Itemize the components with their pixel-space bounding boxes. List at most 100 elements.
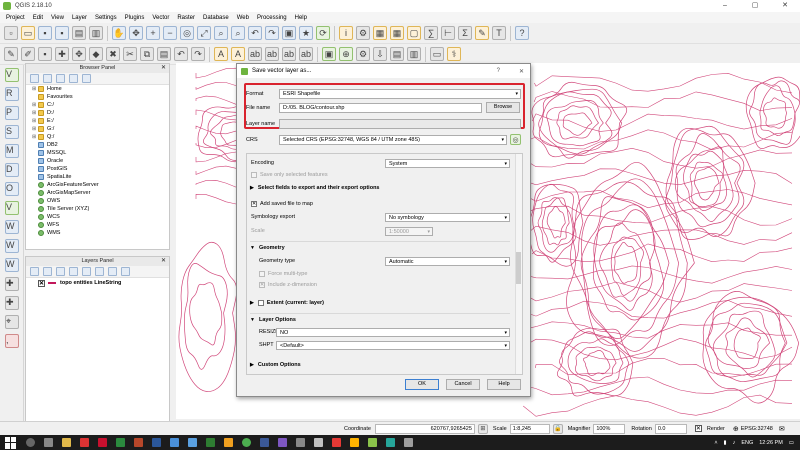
delete-selected-icon[interactable]: ✖ [106, 47, 120, 61]
save-as-icon[interactable]: ▪ [55, 26, 69, 40]
language-indicator[interactable]: ENG [741, 440, 753, 446]
manage-visibility-icon[interactable] [56, 267, 65, 276]
add-feature-icon[interactable]: ✚ [55, 47, 69, 61]
app-icon[interactable] [296, 438, 305, 447]
current-edits-icon[interactable]: ✎ [4, 47, 18, 61]
app-icon[interactable] [332, 438, 341, 447]
add-wfs-layer-icon[interactable]: W [5, 258, 19, 272]
minimize-button[interactable]: – [710, 0, 740, 12]
symbology-select[interactable]: No symbology ▾ [385, 212, 510, 222]
new-temp-layer-icon[interactable]: ✚ [5, 296, 19, 310]
pan-icon[interactable]: ✋ [112, 26, 126, 40]
app-icon[interactable] [260, 438, 269, 447]
volume-icon[interactable]: ♪ [733, 440, 736, 446]
coordinate-field[interactable]: 620767,9265425 [374, 423, 475, 434]
add-spatialite-layer-icon[interactable]: S [5, 125, 19, 139]
magnifier-field[interactable]: 100% [593, 423, 626, 434]
ok-button[interactable]: OK [405, 379, 439, 390]
browser-item[interactable]: SpatiaLite [26, 173, 169, 181]
save-project-icon[interactable]: ▪ [38, 26, 52, 40]
excel-icon[interactable] [116, 438, 125, 447]
refresh-icon[interactable]: ⟳ [316, 26, 330, 40]
zoom-out-icon[interactable]: − [163, 26, 177, 40]
menu-project[interactable]: Project [6, 15, 25, 21]
expand-all-icon[interactable] [95, 267, 104, 276]
menu-plugins[interactable]: Plugins [125, 15, 145, 21]
new-project-icon[interactable]: ▫ [4, 26, 18, 40]
label-icon[interactable]: A [214, 47, 228, 61]
zoom-next-icon[interactable]: ↷ [265, 26, 279, 40]
add-wms-layer-icon[interactable]: W [5, 220, 19, 234]
toggle-editing-icon[interactable]: ✐ [21, 47, 35, 61]
save-selected-checkbox[interactable] [251, 172, 257, 178]
app-icon[interactable] [350, 438, 359, 447]
new-map-view-icon[interactable]: ▣ [282, 26, 296, 40]
network-icon[interactable]: ▮ [724, 440, 727, 446]
browser-item[interactable]: ⊞ D:/ [26, 109, 169, 117]
add-selected-icon[interactable] [30, 74, 39, 83]
cut-features-icon[interactable]: ✂ [123, 47, 137, 61]
field-calculator-icon[interactable]: ∑ [424, 26, 438, 40]
layer-visibility-checkbox[interactable]: ✕ [38, 279, 45, 287]
browser-item[interactable]: ⊞ G:/ [26, 125, 169, 133]
label-move-icon[interactable]: ab [265, 47, 279, 61]
crs-status[interactable]: EPSG:32748 [741, 426, 773, 432]
geometry-type-select[interactable]: Automatic ▾ [385, 256, 510, 266]
plugin-tool-3-icon[interactable]: ▥ [407, 47, 421, 61]
composer-manager-icon[interactable]: ▥ [89, 26, 103, 40]
taskbar-clock[interactable]: 12:26 PM [759, 440, 783, 446]
tray-up-icon[interactable]: ˄ [714, 440, 717, 446]
notifications-icon[interactable]: ▭ [789, 440, 794, 446]
select-crs-icon[interactable]: ◎ [510, 134, 521, 145]
messages-icon[interactable]: ✉ [779, 425, 785, 433]
scale-input[interactable]: 1:50000 ▾ [385, 226, 433, 236]
select-features-icon[interactable]: ▦ [373, 26, 387, 40]
redo-icon[interactable]: ↷ [191, 47, 205, 61]
save-edits-icon[interactable]: ▪ [38, 47, 52, 61]
powerpoint-icon[interactable] [134, 438, 143, 447]
browser-item[interactable]: PostGIS [26, 165, 169, 173]
app-icon[interactable] [404, 438, 413, 447]
add-db2-layer-icon[interactable]: D [5, 163, 19, 177]
browser-item[interactable]: WFS [26, 221, 169, 229]
identify-icon[interactable]: i [339, 26, 353, 40]
menu-web[interactable]: Web [237, 15, 249, 21]
layer-item[interactable]: ✕ topo entities LineString [26, 278, 169, 288]
properties-icon[interactable] [82, 74, 91, 83]
bookmark-icon[interactable]: ★ [299, 26, 313, 40]
include-z-checkbox[interactable]: ✕ [259, 282, 265, 288]
menu-vector[interactable]: Vector [152, 15, 169, 21]
scrollbar-thumb[interactable] [516, 252, 521, 284]
add-raster-layer-icon[interactable]: R [5, 87, 19, 101]
select-by-value-icon[interactable]: ▦ [390, 26, 404, 40]
help-button[interactable]: Help [487, 379, 521, 390]
deselect-icon[interactable]: ▢ [407, 26, 421, 40]
menu-raster[interactable]: Raster [177, 15, 195, 21]
app-icon[interactable] [170, 438, 179, 447]
text-annotation-icon[interactable]: T [492, 26, 506, 40]
copy-features-icon[interactable]: ⧉ [140, 47, 154, 61]
geometry-section[interactable]: ▼ Geometry [250, 243, 510, 253]
close-window-button[interactable]: ✕ [770, 0, 800, 12]
remove-layer-icon[interactable] [121, 267, 130, 276]
rotation-field[interactable]: 0.0 [654, 423, 687, 434]
browser-item[interactable]: OWS [26, 197, 169, 205]
maximize-button[interactable]: ▢ [740, 0, 770, 12]
render-checkbox[interactable]: ✕ [694, 425, 702, 432]
refresh-icon[interactable] [43, 74, 52, 83]
scrollbar[interactable] [515, 154, 522, 374]
word-icon[interactable] [152, 438, 161, 447]
task-view-icon[interactable] [44, 438, 53, 447]
plugin-tool-icon[interactable]: ⚙ [356, 47, 370, 61]
app-icon[interactable] [278, 438, 287, 447]
qgis-taskbar-icon[interactable] [368, 438, 377, 447]
add-oracle-layer-icon[interactable]: O [5, 182, 19, 196]
add-saved-checkbox[interactable]: ✕ [251, 201, 257, 207]
close-icon[interactable]: ✕ [161, 64, 166, 73]
gps-icon[interactable]: ⌖ [5, 315, 19, 329]
start-icon[interactable] [5, 436, 17, 449]
add-postgis-layer-icon[interactable]: P [5, 106, 19, 120]
app-icon[interactable] [206, 438, 215, 447]
options-scroll-area[interactable]: Encoding System ▾ Save only selected fea… [246, 153, 523, 375]
browser-item[interactable]: ⊞ Q:/ [26, 133, 169, 141]
